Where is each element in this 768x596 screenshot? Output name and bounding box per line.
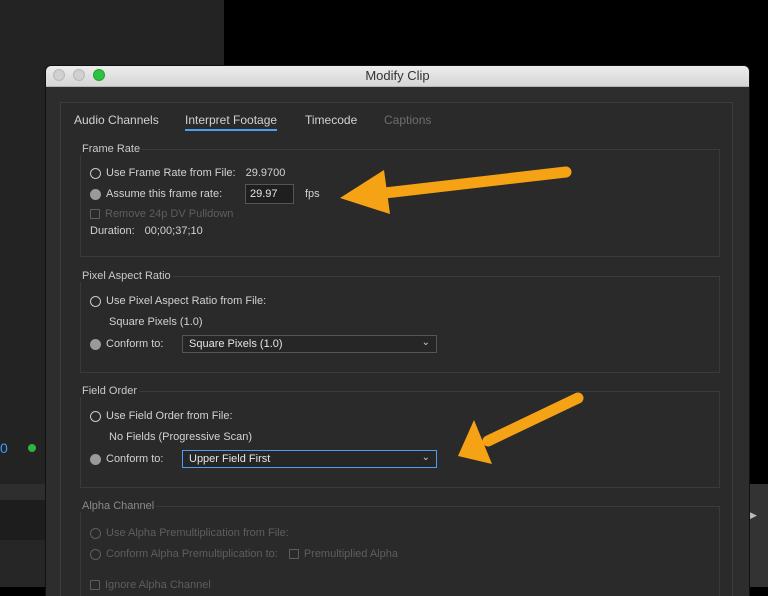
tab-captions[interactable]: Captions [384, 113, 431, 127]
conform-field-order-row[interactable]: Conform to: [90, 453, 163, 465]
remove-pulldown-checkbox[interactable] [90, 209, 100, 219]
background-readout: 0 [0, 440, 8, 456]
duration-value: 00;00;37;10 [144, 225, 203, 237]
remove-pulldown-label: Remove 24p DV Pulldown [105, 208, 234, 220]
chevron-down-icon: ⌄ [421, 452, 430, 463]
tab-timecode[interactable]: Timecode [305, 113, 357, 127]
conform-field-order-label: Conform to: [106, 453, 164, 465]
window-title: Modify Clip [365, 68, 430, 83]
play-icon[interactable]: ▶ [750, 510, 757, 521]
close-button[interactable] [53, 69, 65, 81]
use-par-label: Use Pixel Aspect Ratio from File: [106, 295, 267, 307]
fps-label: fps [305, 188, 320, 200]
use-frame-rate-radio[interactable] [90, 167, 101, 179]
conform-alpha-row[interactable]: Conform Alpha Premultiplication to: Prem… [90, 548, 398, 560]
remove-pulldown-row[interactable]: Remove 24p DV Pulldown [90, 208, 233, 220]
conform-alpha-label: Conform Alpha Premultiplication to: [106, 548, 278, 560]
annotation-arrow-frame-rate [340, 166, 572, 214]
use-frame-rate-label: Use Frame Rate from File: [106, 167, 236, 179]
conform-par-row[interactable]: Conform to: [90, 338, 163, 350]
use-alpha-row[interactable]: Use Alpha Premultiplication from File: [90, 527, 289, 539]
use-field-order-row[interactable]: Use Field Order from File: [90, 410, 233, 422]
minimize-button[interactable] [73, 69, 85, 81]
use-alpha-label: Use Alpha Premultiplication from File: [106, 527, 289, 539]
use-alpha-radio[interactable] [90, 527, 101, 539]
title-bar: Modify Clip [46, 66, 749, 87]
use-par-radio[interactable] [90, 295, 101, 307]
pixel-aspect-title: Pixel Aspect Ratio [80, 270, 173, 282]
field-order-title: Field Order [80, 385, 140, 397]
conform-par-radio[interactable] [90, 338, 101, 350]
conform-par-value: Square Pixels (1.0) [189, 338, 283, 350]
duration-label: Duration: [90, 225, 135, 237]
use-frame-rate-row[interactable]: Use Frame Rate from File: 29.9700 [90, 167, 285, 179]
conform-field-order-value: Upper Field First [189, 453, 271, 465]
conform-alpha-radio[interactable] [90, 548, 101, 560]
annotation-arrow-field-order [458, 392, 584, 464]
assume-frame-rate-row[interactable]: Assume this frame rate: [90, 188, 222, 200]
zoom-button[interactable] [93, 69, 105, 81]
field-order-file-value: No Fields (Progressive Scan) [109, 431, 253, 443]
par-file-value: Square Pixels (1.0) [109, 316, 203, 328]
ignore-alpha-row[interactable]: Ignore Alpha Channel [90, 579, 211, 591]
tab-interpret-footage[interactable]: Interpret Footage [185, 113, 278, 131]
conform-par-select[interactable]: Square Pixels (1.0) ⌄ [182, 335, 437, 353]
status-dot [28, 444, 36, 452]
ignore-alpha-label: Ignore Alpha Channel [105, 579, 211, 591]
duration-row: Duration: 00;00;37;10 [90, 225, 203, 237]
premult-alpha-label: Premultiplied Alpha [303, 548, 398, 560]
modify-clip-window: Modify Clip Audio Channels Interpret Foo… [46, 66, 749, 596]
conform-field-order-radio[interactable] [90, 453, 101, 465]
use-field-order-label: Use Field Order from File: [106, 410, 233, 422]
chevron-down-icon: ⌄ [421, 337, 430, 348]
background-scrollbar [748, 484, 768, 587]
assume-frame-rate-radio[interactable] [90, 188, 101, 200]
ignore-alpha-checkbox[interactable] [90, 580, 100, 590]
frame-rate-title: Frame Rate [80, 143, 143, 155]
conform-par-label: Conform to: [106, 338, 164, 350]
use-par-row[interactable]: Use Pixel Aspect Ratio from File: [90, 295, 266, 307]
conform-field-order-select[interactable]: Upper Field First ⌄ [182, 450, 437, 468]
frame-rate-input[interactable] [245, 184, 294, 204]
premult-alpha-checkbox[interactable] [288, 549, 299, 559]
alpha-channel-title: Alpha Channel [80, 500, 157, 512]
tab-audio-channels[interactable]: Audio Channels [74, 113, 159, 127]
assume-frame-rate-label: Assume this frame rate: [106, 188, 223, 200]
use-field-order-radio[interactable] [90, 410, 101, 422]
file-frame-rate-value: 29.9700 [245, 167, 286, 179]
